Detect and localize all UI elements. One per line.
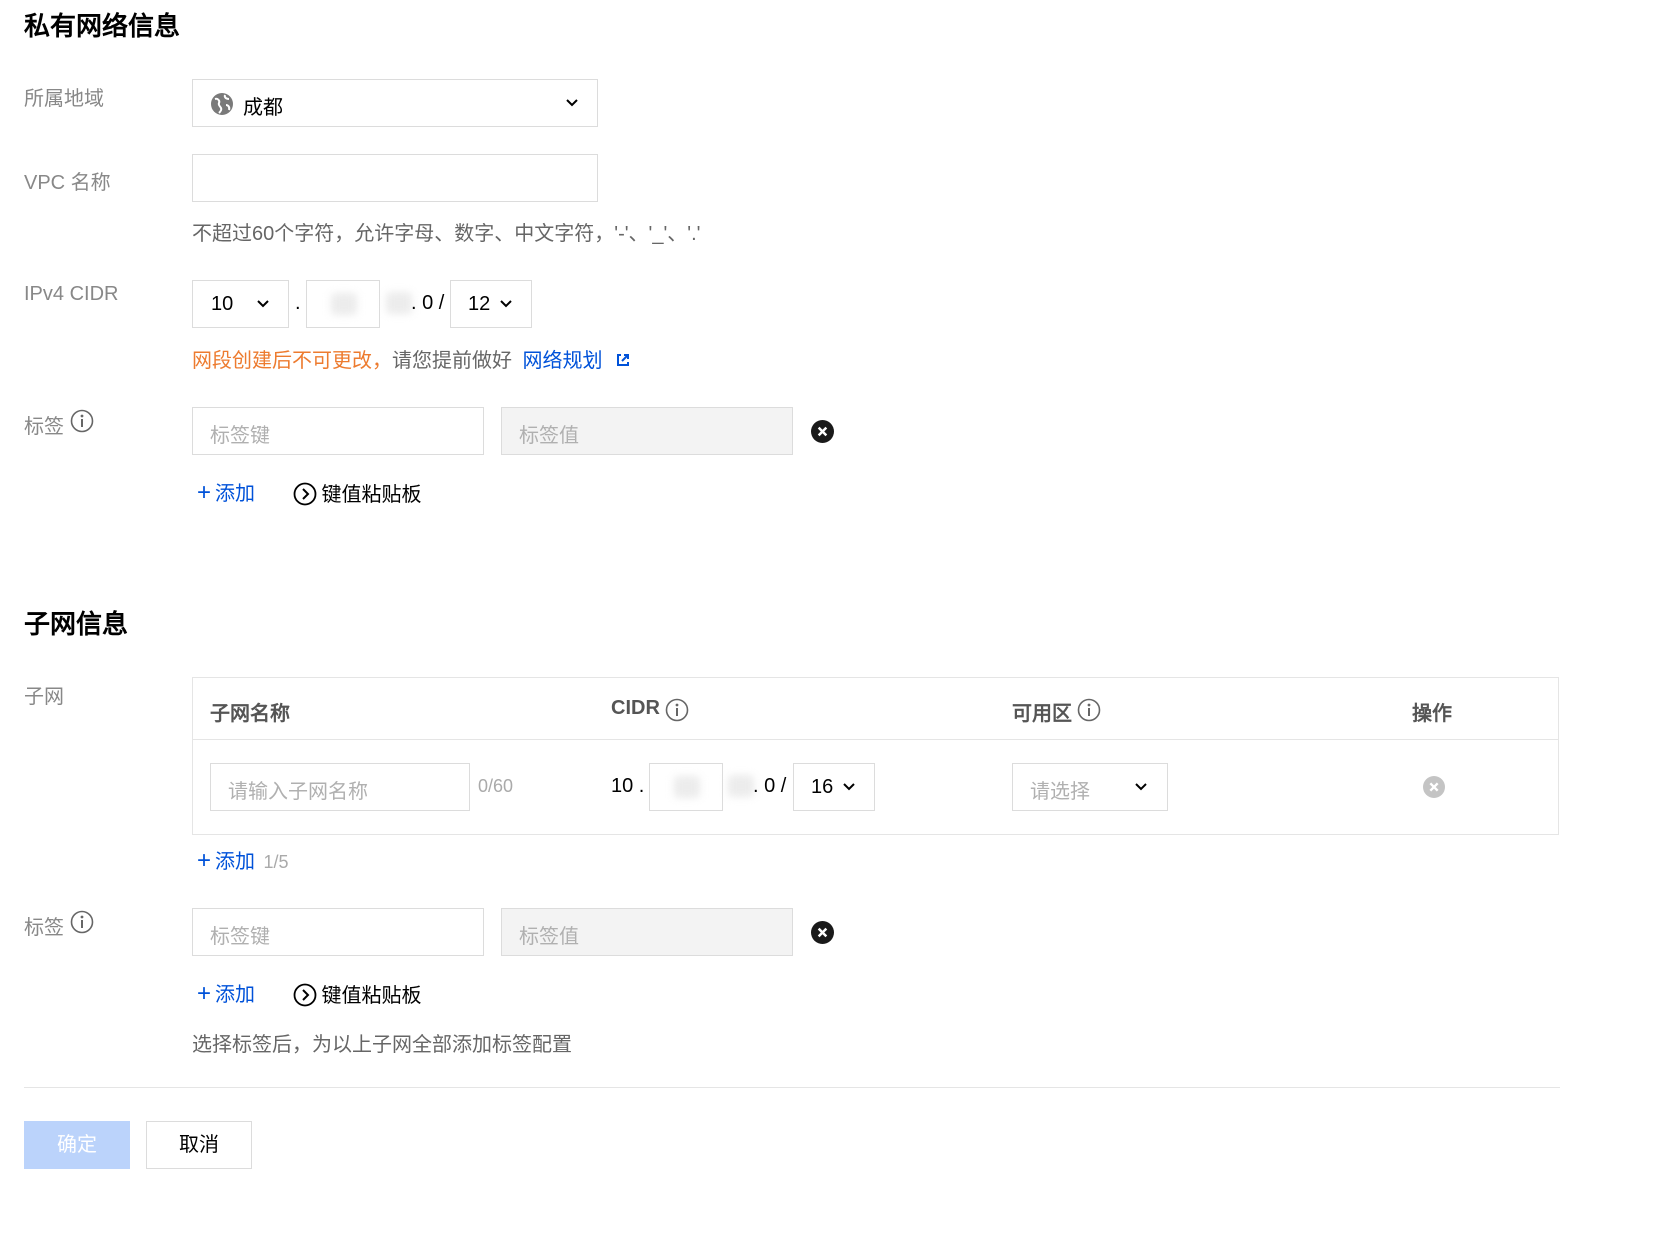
redacted-blur bbox=[331, 293, 357, 315]
cancel-button[interactable]: 取消 bbox=[146, 1121, 252, 1169]
zone-placeholder: 请选择 bbox=[1030, 781, 1090, 803]
header-action: 操作 bbox=[1412, 703, 1452, 725]
subnet-tag-add-button[interactable]: + 添加 bbox=[197, 978, 255, 1008]
subnet-tag-key-input[interactable]: 标签键 bbox=[192, 908, 484, 956]
chevron-right-circle-icon bbox=[293, 482, 317, 506]
cidr-notice: 网段创建后不可更改，请您提前做好 网络规划 bbox=[192, 344, 631, 373]
vpc-tag-clipboard-button[interactable]: 键值粘贴板 bbox=[293, 478, 421, 507]
info-icon[interactable] bbox=[1077, 698, 1101, 722]
header-cidr: CIDR bbox=[611, 697, 660, 719]
vpc-tag-add-label: 添加 bbox=[215, 483, 256, 505]
subnet-tags-label: 标签 bbox=[24, 917, 64, 939]
subnet-tags-help: 选择标签后，为以上子网全部添加标签配置 bbox=[192, 1034, 572, 1056]
header-subnet-name: 子网名称 bbox=[210, 703, 290, 725]
tag-value-placeholder: 标签值 bbox=[519, 425, 579, 447]
subnet-cidr-prefix: 10 . bbox=[611, 775, 645, 797]
table-row: 请输入子网名称 0/60 10 . . 0 / 16 请选择 bbox=[193, 740, 1558, 834]
subnet-mask-value: 16 bbox=[811, 776, 834, 798]
vpc-tag-value-input[interactable]: 标签值 bbox=[501, 407, 793, 455]
subnet-add-button[interactable]: + 添加 1/5 bbox=[197, 845, 289, 875]
vpc-name-help: 不超过60个字符，允许字母、数字、中文字符，'-'、'_'、'.' bbox=[192, 223, 701, 245]
subnet-mask-select[interactable]: 16 bbox=[793, 763, 875, 811]
subnet-cidr-suffix: . 0 / bbox=[753, 775, 787, 797]
chevron-down-icon bbox=[257, 300, 269, 308]
cidr-mask-value: 12 bbox=[468, 293, 491, 315]
vpc-tag-key-input[interactable]: 标签键 bbox=[192, 407, 484, 455]
cidr-dot: . bbox=[295, 292, 301, 314]
tag-value-placeholder: 标签值 bbox=[519, 926, 579, 948]
subnet-section-title: 子网信息 bbox=[24, 609, 129, 639]
chevron-down-icon bbox=[500, 300, 512, 308]
subnet-name-counter: 0/60 bbox=[478, 776, 514, 796]
subnet-table: 子网名称 CIDR 可用区 操作 请输入子网名称 0/60 10 . . 0 /… bbox=[192, 677, 1559, 835]
info-icon[interactable] bbox=[70, 409, 94, 433]
vpc-name-input[interactable] bbox=[192, 154, 598, 202]
subnet-add-count: 1/5 bbox=[263, 852, 289, 872]
subnet-tag-clipboard-button[interactable]: 键值粘贴板 bbox=[293, 979, 421, 1008]
confirm-button[interactable]: 确定 bbox=[24, 1121, 130, 1169]
header-zone: 可用区 bbox=[1012, 703, 1072, 725]
subnet-tag-value-input[interactable]: 标签值 bbox=[501, 908, 793, 956]
subnet-tag-clipboard-label: 键值粘贴板 bbox=[321, 985, 422, 1007]
cidr-hint: 请您提前做好 bbox=[392, 350, 512, 372]
plus-icon: + bbox=[197, 479, 212, 506]
zone-select[interactable]: 请选择 bbox=[1012, 763, 1168, 811]
vpc-tags-label: 标签 bbox=[24, 416, 64, 438]
chevron-down-icon bbox=[566, 99, 578, 107]
cidr-label: IPv4 CIDR bbox=[24, 283, 119, 305]
chevron-down-icon bbox=[843, 783, 855, 791]
tag-key-placeholder: 标签键 bbox=[210, 926, 270, 948]
redacted-blur bbox=[386, 292, 412, 314]
vpc-tag-clipboard-label: 键值粘贴板 bbox=[321, 484, 422, 506]
chevron-right-circle-icon bbox=[293, 983, 317, 1007]
info-icon[interactable] bbox=[665, 698, 689, 722]
subnet-name-input[interactable]: 请输入子网名称 bbox=[210, 763, 470, 811]
footer-divider bbox=[24, 1087, 1560, 1088]
tag-key-placeholder: 标签键 bbox=[210, 425, 270, 447]
network-plan-link[interactable]: 网络规划 bbox=[522, 350, 602, 372]
subnet-name-placeholder: 请输入子网名称 bbox=[228, 781, 368, 803]
remove-tag-icon[interactable] bbox=[811, 420, 834, 443]
redacted-blur bbox=[728, 775, 754, 797]
chevron-down-icon bbox=[1135, 783, 1147, 791]
subnet-tag-add-label: 添加 bbox=[215, 984, 256, 1006]
globe-icon bbox=[211, 93, 233, 115]
info-icon[interactable] bbox=[70, 910, 94, 934]
remove-tag-icon[interactable] bbox=[811, 921, 834, 944]
cidr-warning: 网段创建后不可更改， bbox=[192, 350, 392, 372]
redacted-blur bbox=[674, 776, 700, 798]
plus-icon: + bbox=[197, 980, 212, 1007]
delete-row-icon[interactable] bbox=[1423, 776, 1445, 798]
region-label: 所属地域 bbox=[24, 88, 104, 110]
plus-icon: + bbox=[197, 847, 212, 874]
cidr-octet2-input[interactable] bbox=[306, 280, 380, 328]
subnet-table-header: 子网名称 CIDR 可用区 操作 bbox=[193, 678, 1558, 740]
cidr-suffix: . 0 / bbox=[411, 292, 445, 314]
external-link-icon[interactable] bbox=[615, 352, 631, 368]
cidr-mask-select[interactable]: 12 bbox=[450, 280, 532, 328]
subnet-cidr-octet-input[interactable] bbox=[649, 763, 723, 811]
vpc-name-label: VPC 名称 bbox=[24, 172, 111, 194]
cidr-octet1-value: 10 bbox=[211, 293, 234, 315]
vpc-section-title: 私有网络信息 bbox=[24, 11, 181, 41]
subnet-label: 子网 bbox=[24, 686, 64, 708]
region-select[interactable]: 成都 bbox=[192, 79, 598, 127]
region-value: 成都 bbox=[243, 97, 283, 119]
cidr-octet1-select[interactable]: 10 bbox=[192, 280, 289, 328]
vpc-tag-add-button[interactable]: + 添加 bbox=[197, 477, 255, 507]
subnet-add-label: 添加 bbox=[215, 851, 256, 873]
